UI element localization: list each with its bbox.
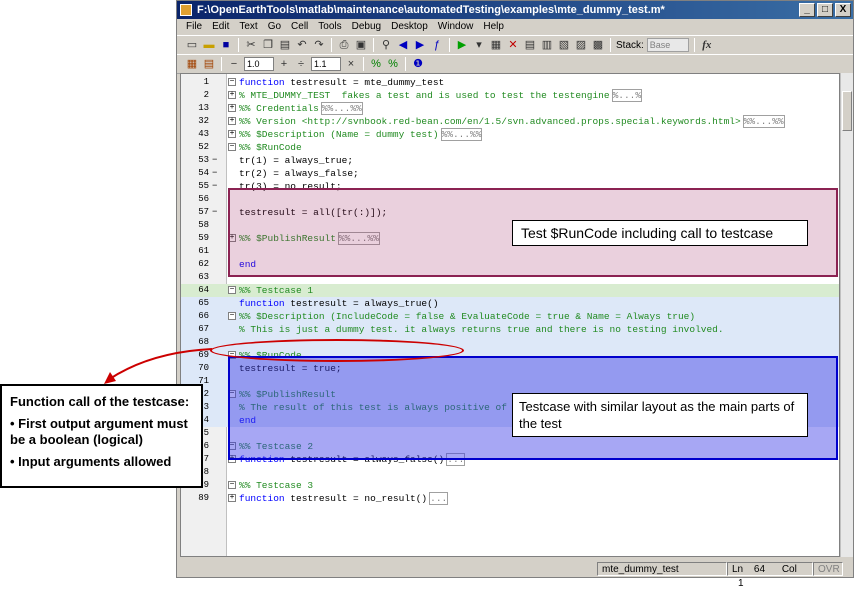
- runcode-callout: Test $RunCode including call to testcase: [512, 220, 808, 246]
- status-col-value: 1: [738, 578, 744, 589]
- annotation-arrow: [104, 348, 213, 384]
- callout-bullet-2: • Input arguments allowed: [10, 454, 172, 469]
- callout-bullet-1: • First output argument must be a boolea…: [10, 416, 188, 447]
- callout-heading: Function call of the testcase:: [10, 394, 190, 409]
- function-call-callout: Function call of the testcase: • First o…: [0, 384, 203, 488]
- testcase-callout: Testcase with similar layout as the main…: [512, 393, 808, 437]
